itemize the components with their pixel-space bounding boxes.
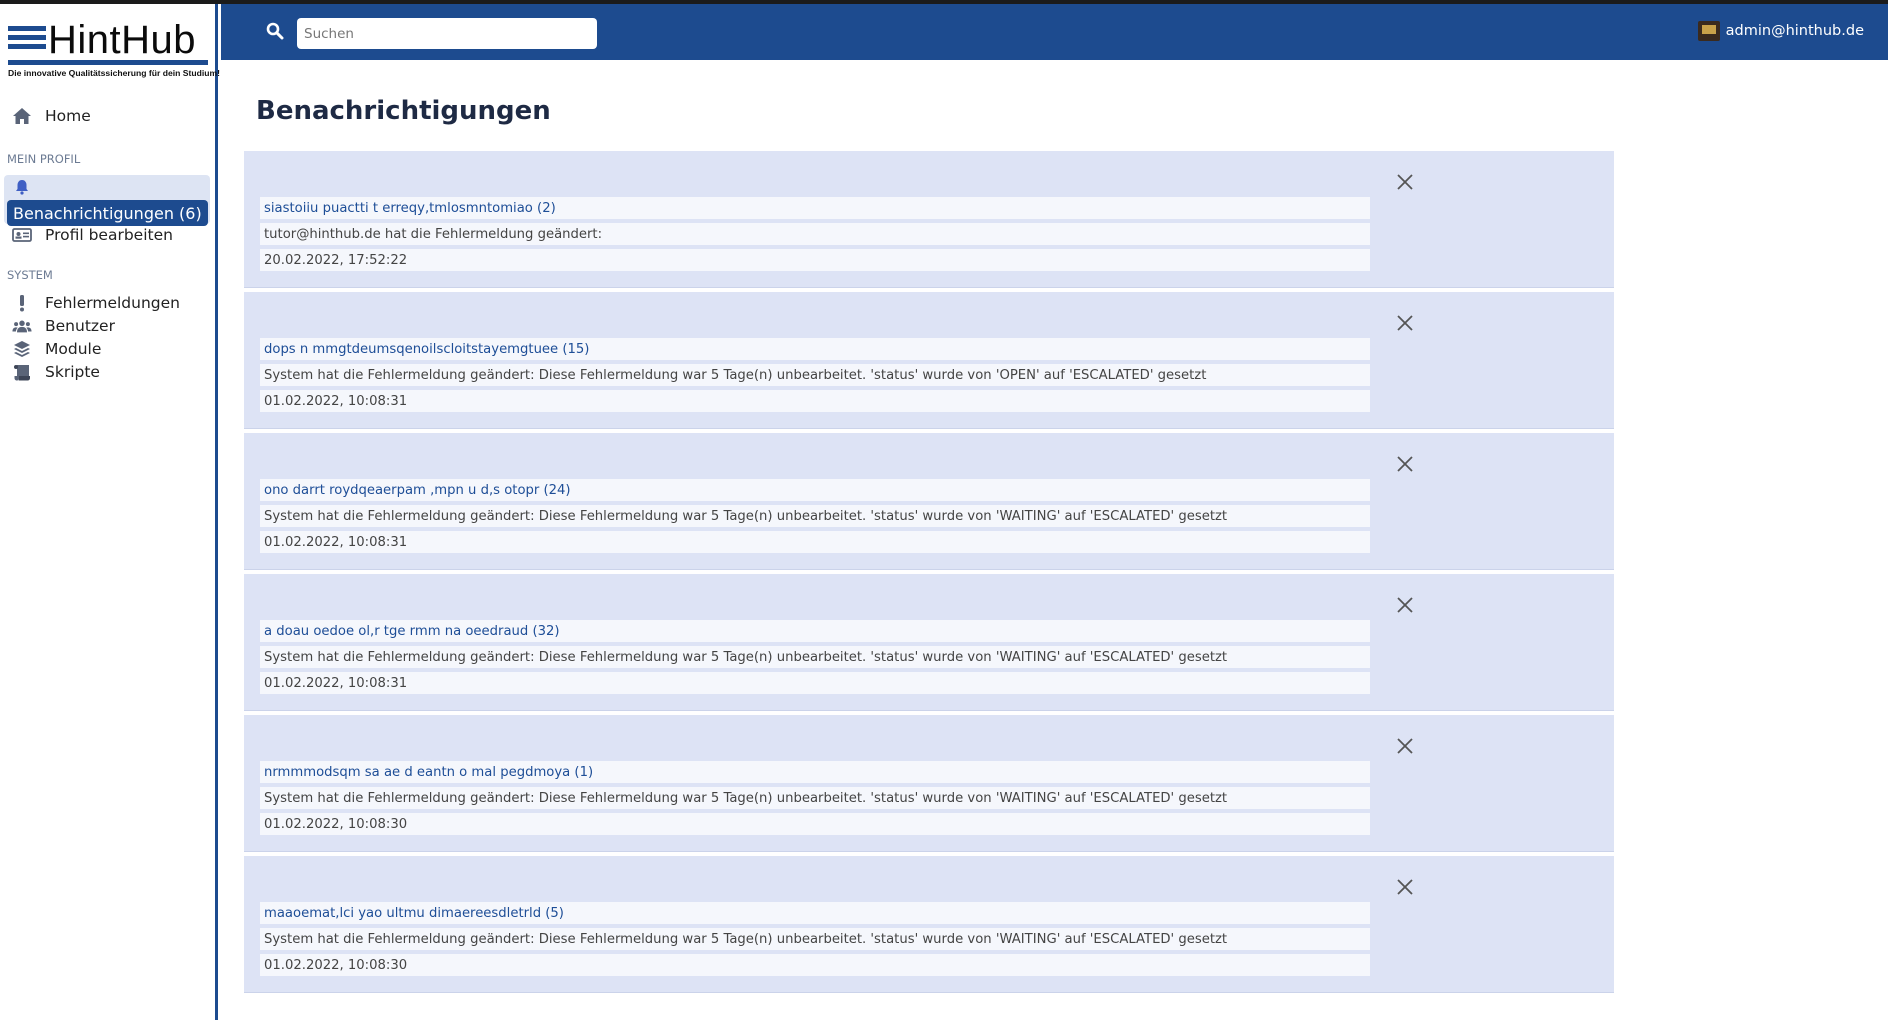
sidebar-item-notifications[interactable]: Benachrichtigungen (6): [4, 175, 210, 226]
sidebar-item-benutzer[interactable]: Benutzer: [0, 314, 215, 338]
search-input[interactable]: [297, 18, 597, 49]
notification-message: System hat die Fehlermeldung geändert: D…: [260, 364, 1370, 386]
sidebar-item-skripte[interactable]: Skripte: [0, 360, 215, 384]
id-card-icon: [12, 225, 32, 245]
notification-message: System hat die Fehlermeldung geändert: D…: [260, 646, 1370, 668]
home-icon: [12, 106, 32, 126]
notification-card: dops n mmgtdeumsqenoilscloitstayemgtuee …: [244, 292, 1614, 429]
user-email: admin@hinthub.de: [1725, 23, 1864, 39]
logo-text: HintHub: [48, 18, 197, 62]
close-icon[interactable]: [1396, 314, 1414, 332]
close-icon[interactable]: [1396, 737, 1414, 755]
avatar: [1697, 21, 1720, 41]
hinthub-logo[interactable]: HintHub Die innovative Qualitätssicherun…: [8, 18, 220, 80]
logo-bars-icon: [8, 26, 46, 54]
sidebar-item-label: Benutzer: [45, 317, 115, 335]
sidebar-item-home[interactable]: Home: [0, 104, 215, 128]
section-label-system: SYSTEM: [7, 268, 53, 282]
notification-card: nrmmmodsqm sa ae d eantn o mal pegdmoya …: [244, 715, 1614, 852]
notification-title-link[interactable]: siastoiiu puactti t erreqy,tmlosmntomiao…: [260, 197, 1370, 219]
sidebar-item-fehlermeldungen[interactable]: Fehlermeldungen: [0, 291, 215, 315]
notification-message: tutor@hinthub.de hat die Fehlermeldung g…: [260, 223, 1370, 245]
logo-underline: [8, 60, 208, 65]
sidebar-item-label: Profil bearbeiten: [45, 226, 173, 244]
close-icon[interactable]: [1396, 173, 1414, 191]
sidebar: HintHub Die innovative Qualitätssicherun…: [0, 4, 220, 1020]
sidebar-item-label: Skripte: [45, 363, 100, 381]
close-icon[interactable]: [1396, 878, 1414, 896]
notification-card: a doau oedoe ol,r tge rmm na oeedraud (3…: [244, 574, 1614, 711]
sidebar-item-edit-profile[interactable]: Profil bearbeiten: [0, 223, 215, 247]
notification-date: 01.02.2022, 10:08:30: [260, 954, 1370, 976]
notification-card: maaoemat,lci yao ultmu dimaereesdletrld …: [244, 856, 1614, 993]
sidebar-item-module[interactable]: Module: [0, 337, 215, 361]
layers-icon: [12, 339, 32, 359]
page-title: Benachrichtigungen: [256, 96, 551, 126]
notification-date: 01.02.2022, 10:08:30: [260, 813, 1370, 835]
sidebar-item-label: Module: [45, 340, 102, 358]
notification-card: ono darrt roydqeaerpam ,mpn u d,s otopr …: [244, 433, 1614, 570]
bell-icon: [15, 179, 29, 199]
notification-message: System hat die Fehlermeldung geändert: D…: [260, 787, 1370, 809]
notification-title-link[interactable]: dops n mmgtdeumsqenoilscloitstayemgtuee …: [260, 338, 1370, 360]
notification-date: 01.02.2022, 10:08:31: [260, 672, 1370, 694]
notification-card: siastoiiu puactti t erreqy,tmlosmntomiao…: [244, 151, 1614, 288]
section-label-profile: MEIN PROFIL: [7, 152, 81, 166]
notification-message: System hat die Fehlermeldung geändert: D…: [260, 505, 1370, 527]
logo-tagline: Die innovative Qualitätssicherung für de…: [8, 68, 221, 78]
notification-title-link[interactable]: maaoemat,lci yao ultmu dimaereesdletrld …: [260, 902, 1370, 924]
top-bar: admin@hinthub.de: [221, 4, 1888, 60]
notification-title-link[interactable]: a doau oedoe ol,r tge rmm na oeedraud (3…: [260, 620, 1370, 642]
close-icon[interactable]: [1396, 455, 1414, 473]
notification-date: 01.02.2022, 10:08:31: [260, 531, 1370, 553]
scroll-icon: [12, 362, 32, 382]
notification-message: System hat die Fehlermeldung geändert: D…: [260, 928, 1370, 950]
close-icon[interactable]: [1396, 596, 1414, 614]
exclamation-icon: [12, 293, 32, 313]
sidebar-item-label: Home: [45, 107, 91, 125]
users-icon: [12, 316, 32, 336]
notification-title-link[interactable]: nrmmmodsqm sa ae d eantn o mal pegdmoya …: [260, 761, 1370, 783]
user-menu[interactable]: admin@hinthub.de: [1697, 21, 1864, 41]
search-icon[interactable]: [266, 22, 284, 40]
notification-date: 20.02.2022, 17:52:22: [260, 249, 1370, 271]
notification-title-link[interactable]: ono darrt roydqeaerpam ,mpn u d,s otopr …: [260, 479, 1370, 501]
notification-date: 01.02.2022, 10:08:31: [260, 390, 1370, 412]
sidebar-item-label: Fehlermeldungen: [45, 294, 180, 312]
